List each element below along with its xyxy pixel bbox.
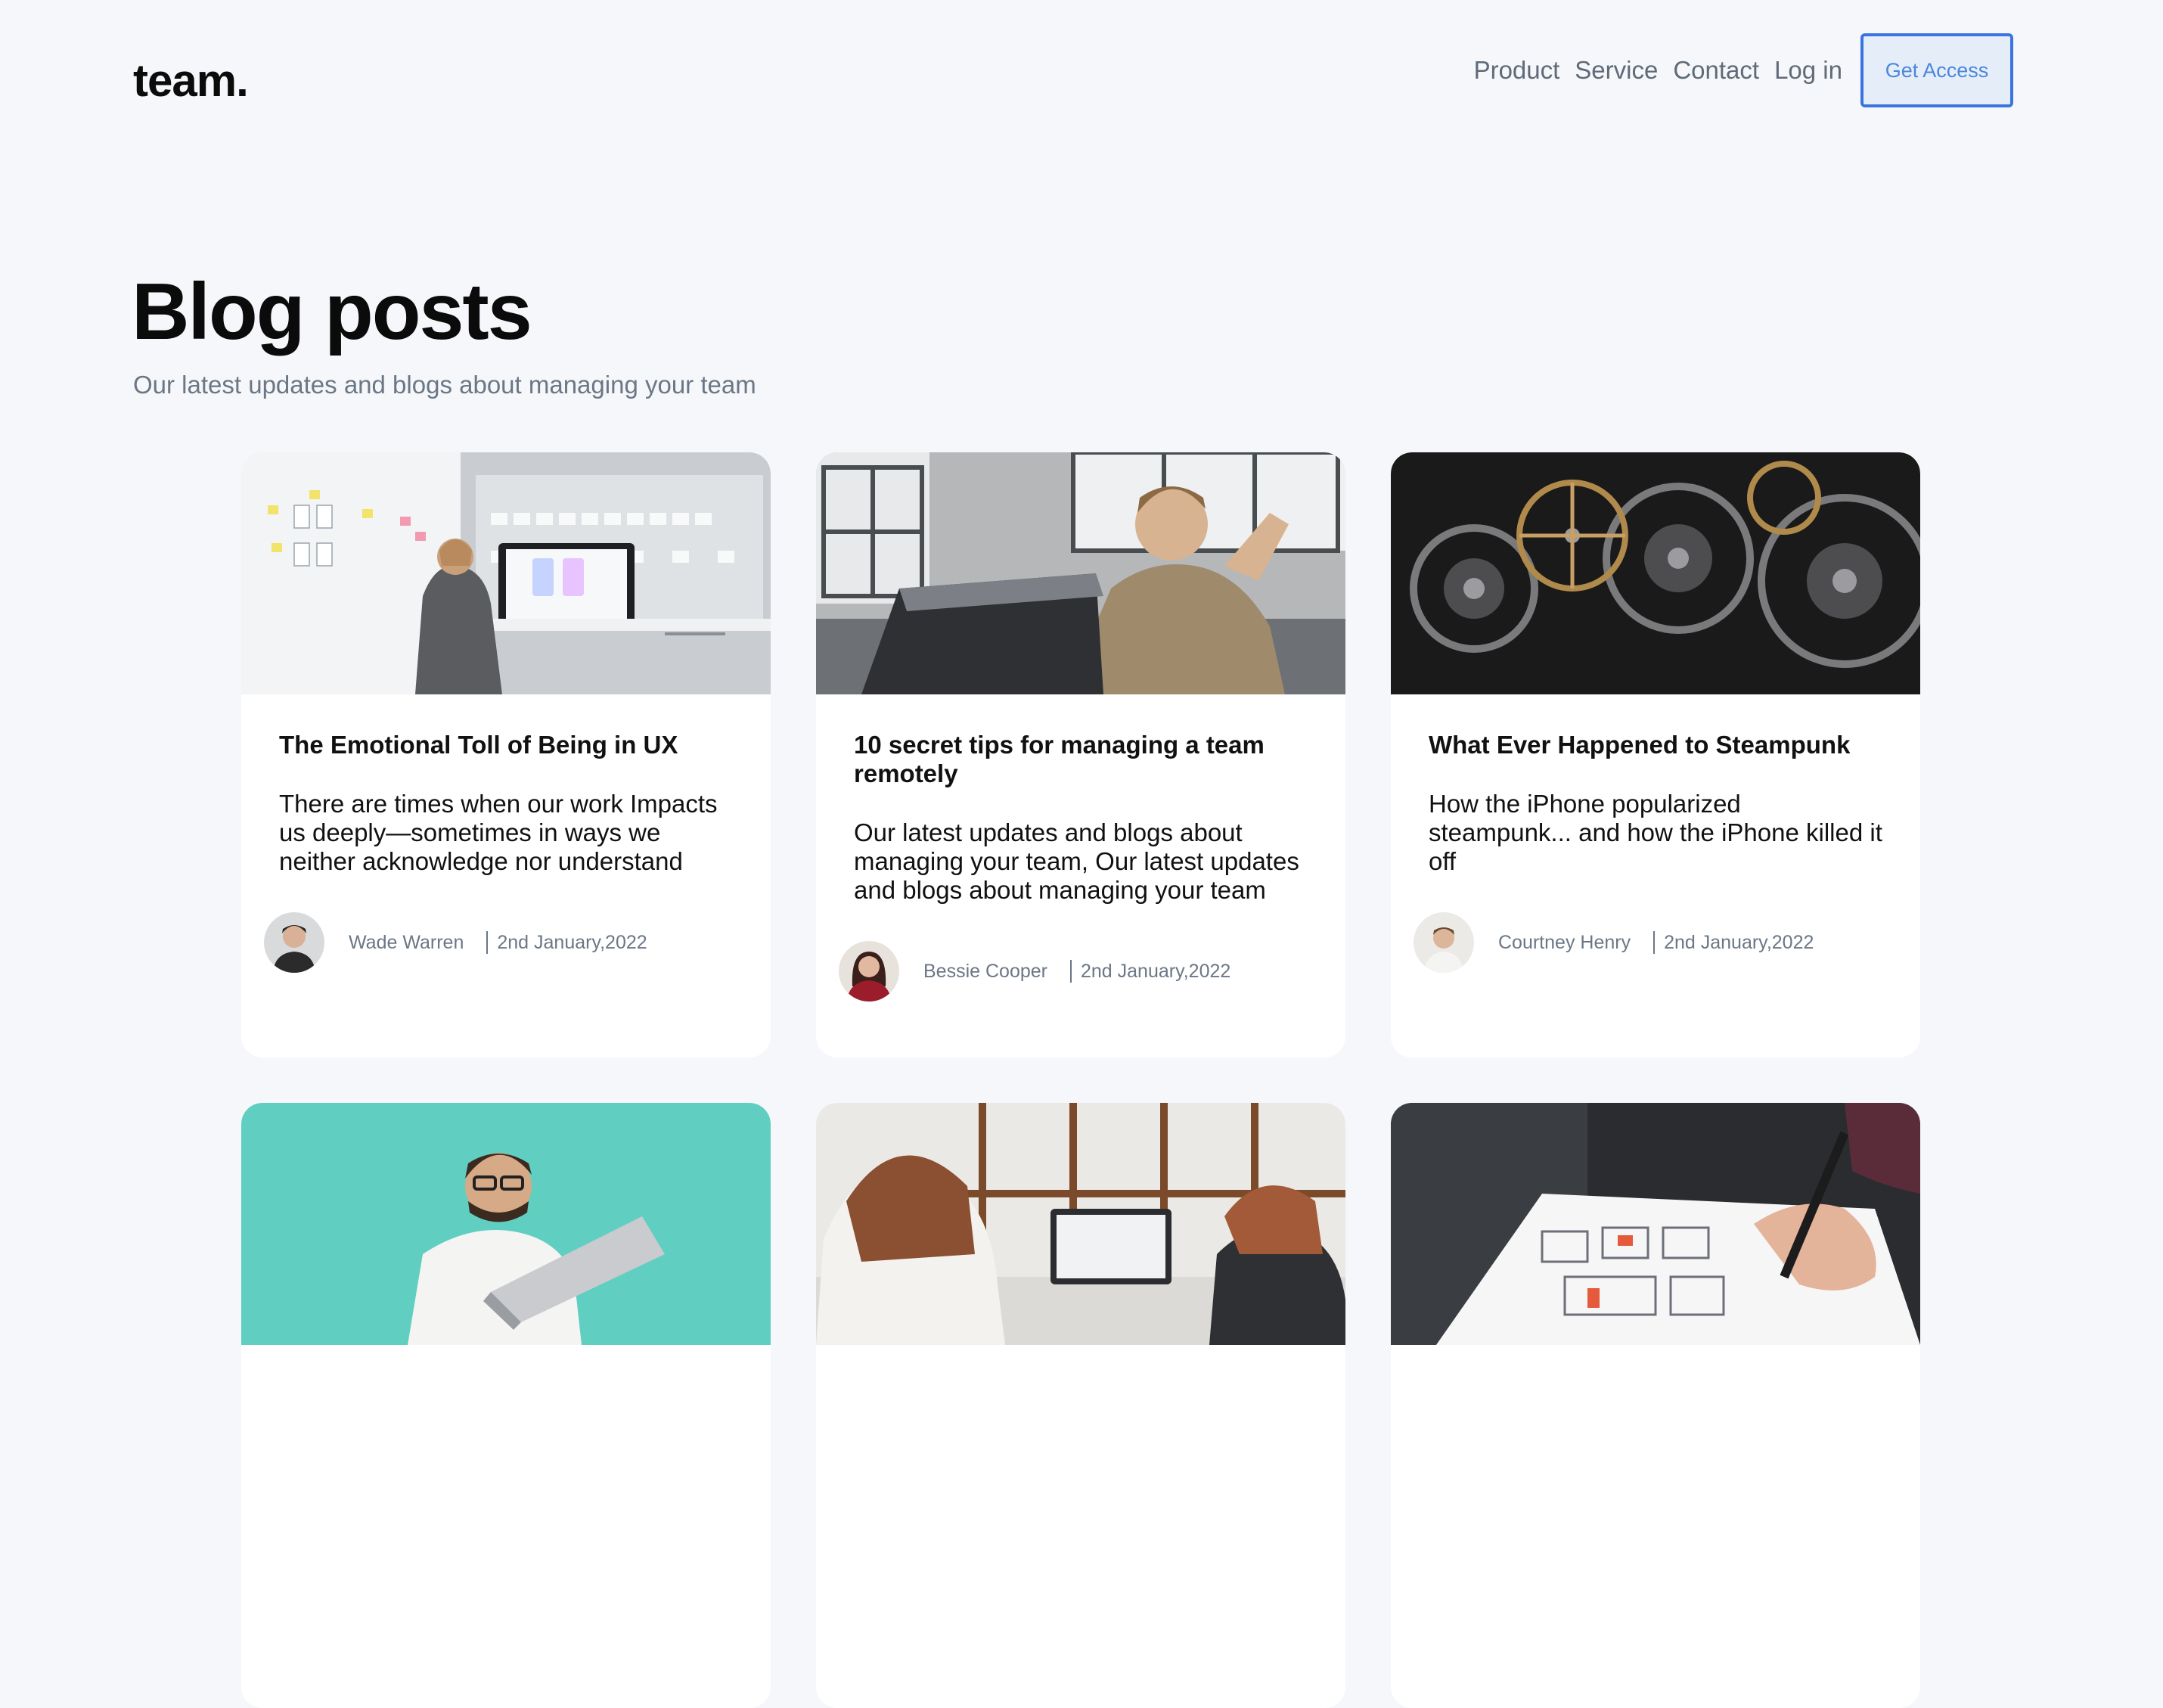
blog-card[interactable] [1391, 1103, 1920, 1708]
site-header: team. Product Service Contact Log in Get… [0, 0, 2163, 151]
nav-contact[interactable]: Contact [1673, 56, 1759, 85]
author-avatar [264, 912, 324, 973]
post-excerpt: Our latest updates and blogs about manag… [854, 818, 1299, 904]
gears-photo[interactable] [1391, 452, 1920, 694]
post-meta: Bessie Cooper 2nd January,2022 [839, 941, 1308, 1002]
author-avatar [839, 941, 899, 1002]
hand-sketching-wireframe-photo[interactable] [1391, 1103, 1920, 1345]
get-access-button[interactable]: Get Access [1860, 33, 2013, 107]
blog-card[interactable] [241, 1103, 771, 1708]
meta-divider [1653, 931, 1656, 954]
blog-grid: The Emotional Toll of Being in UX There … [241, 452, 1920, 1708]
nav-service[interactable]: Service [1575, 56, 1658, 85]
post-title[interactable]: 10 secret tips for managing a team remot… [854, 731, 1308, 788]
man-with-laptop-photo[interactable] [816, 452, 1345, 694]
two-women-laptop-photo[interactable] [816, 1103, 1345, 1345]
page-title: Blog posts [132, 267, 532, 356]
author-name: Courtney Henry [1498, 931, 1631, 953]
author-avatar [1414, 912, 1474, 973]
meta-divider [486, 931, 489, 954]
nav-login[interactable]: Log in [1774, 56, 1842, 85]
blog-card[interactable]: The Emotional Toll of Being in UX There … [241, 452, 771, 1057]
author-name: Wade Warren [349, 931, 464, 953]
author-name: Bessie Cooper [923, 960, 1047, 982]
post-title[interactable]: The Emotional Toll of Being in UX [279, 731, 733, 759]
meta-divider [1069, 960, 1072, 983]
post-date: 2nd January,2022 [1664, 931, 1814, 953]
man-holding-laptop-photo[interactable] [241, 1103, 771, 1345]
page-subtitle: Our latest updates and blogs about manag… [133, 371, 756, 399]
main-nav: Product Service Contact Log in Get Acces… [1474, 33, 2013, 107]
post-excerpt: There are times when our work Impacts us… [279, 790, 718, 875]
woman-at-desk-photo[interactable] [241, 452, 771, 694]
nav-product[interactable]: Product [1474, 56, 1560, 85]
post-title[interactable]: What Ever Happened to Steampunk [1429, 731, 1882, 759]
brand-logo[interactable]: team. [133, 54, 249, 107]
blog-card[interactable]: What Ever Happened to Steampunk How the … [1391, 452, 1920, 1057]
blog-card[interactable] [816, 1103, 1345, 1708]
post-meta: Wade Warren 2nd January,2022 [264, 912, 733, 973]
post-date: 2nd January,2022 [1080, 960, 1231, 982]
post-excerpt: How the iPhone popularized steampunk... … [1429, 790, 1882, 875]
post-date: 2nd January,2022 [497, 931, 647, 953]
post-meta: Courtney Henry 2nd January,2022 [1414, 912, 1882, 973]
blog-card[interactable]: 10 secret tips for managing a team remot… [816, 452, 1345, 1057]
